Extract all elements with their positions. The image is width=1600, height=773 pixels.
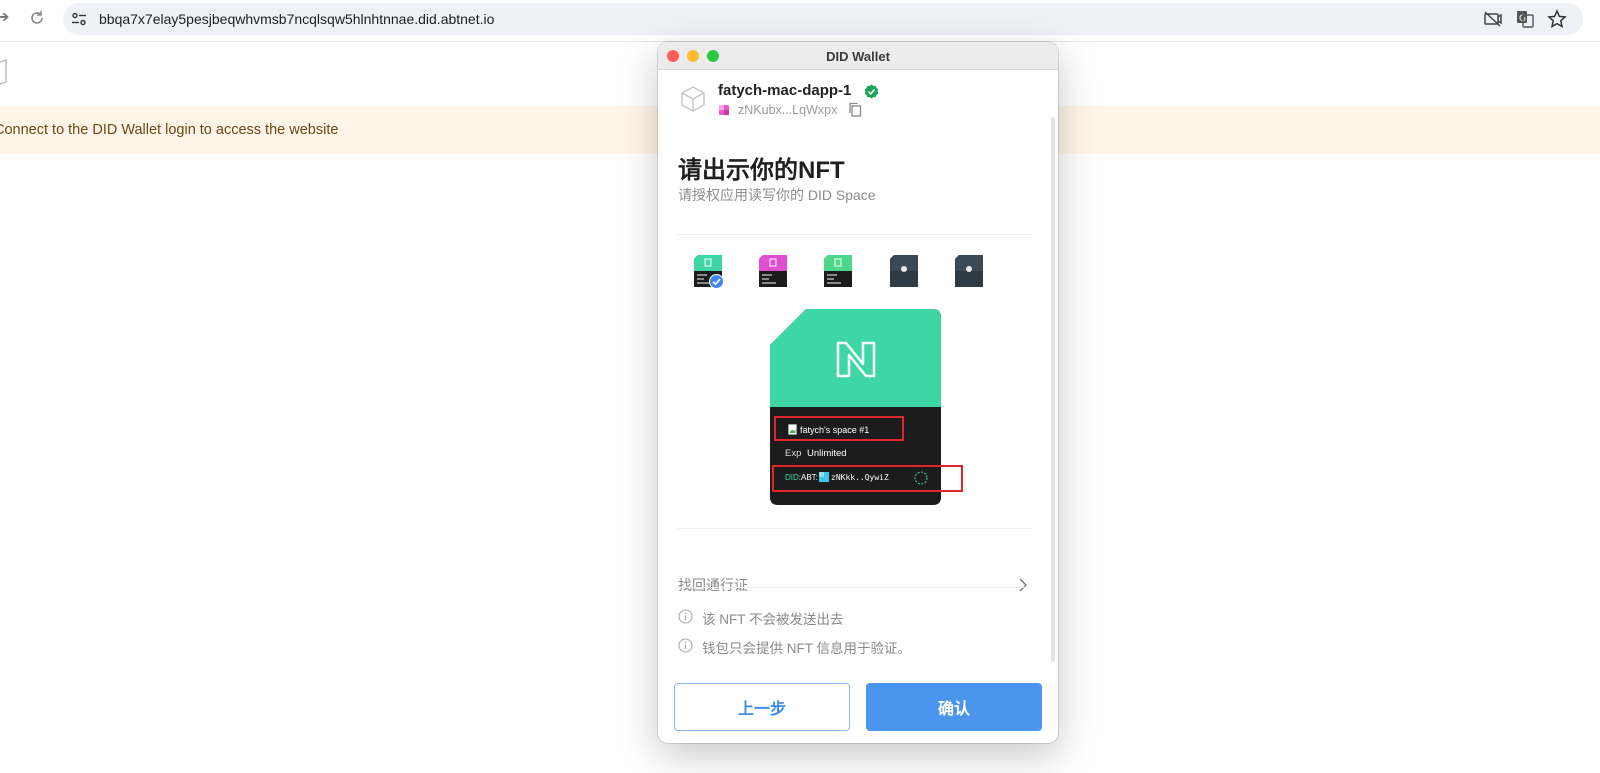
page-subtitle: 请授权应用读写你的 DID Space <box>678 187 876 203</box>
recover-passport-label: 找回通行证 <box>678 577 748 593</box>
reload-icon[interactable] <box>27 8 47 28</box>
note-text: 该 NFT 不会被发送出去 <box>702 612 844 627</box>
camera-off-icon[interactable] <box>1483 9 1503 29</box>
bookmark-star-icon[interactable] <box>1547 9 1567 29</box>
copy-icon[interactable] <box>848 102 862 117</box>
app-cube-icon <box>681 86 705 112</box>
url-text[interactable]: bbqa7x7elay5pesjbeqwhvmsb7ncqlsqw5hlnhtn… <box>99 11 494 27</box>
nft-thumbnail[interactable] <box>824 255 852 287</box>
highlight-box-name <box>774 416 904 441</box>
nft-exp-value: Unlimited <box>807 448 847 459</box>
divider <box>678 528 1032 529</box>
recover-passport-row[interactable]: 找回通行证 <box>678 571 1034 601</box>
note-text: 钱包只会提供 NFT 信息用于验证。 <box>702 641 911 656</box>
translate-icon[interactable]: G <box>1515 9 1535 29</box>
browser-toolbar: ➔ bbqa7x7elay5pesjbeqwhvmsb7ncqlsqw5hlnh… <box>0 0 1600 42</box>
window-title: DID Wallet <box>826 49 890 64</box>
page-logo-icon <box>0 59 7 85</box>
scrollbar[interactable] <box>1051 117 1055 662</box>
nft-thumbnail[interactable] <box>890 255 918 287</box>
site-info-icon[interactable] <box>71 11 87 27</box>
confirm-button[interactable]: 确认 <box>866 683 1042 731</box>
divider <box>678 234 1032 235</box>
chevron-right-icon <box>1019 578 1027 592</box>
info-icon <box>678 638 693 653</box>
page-title: 请出示你的NFT <box>678 157 845 184</box>
nft-thumbnail[interactable] <box>759 255 787 287</box>
app-name: fatych-mac-dapp-1 <box>718 82 852 99</box>
divider <box>678 587 1032 588</box>
banner-text: Connect to the DID Wallet login to acces… <box>0 122 339 138</box>
forward-icon[interactable]: ➔ <box>0 9 14 27</box>
verified-badge-icon <box>864 84 879 99</box>
address-bar[interactable]: bbqa7x7elay5pesjbeqwhvmsb7ncqlsqw5hlnhtn… <box>63 3 1583 35</box>
highlight-box-did <box>772 465 963 492</box>
selected-check-icon <box>709 274 724 289</box>
info-icon <box>678 609 693 624</box>
nft-exp-label: Exp <box>785 448 802 459</box>
window-titlebar: DID Wallet <box>658 42 1058 70</box>
back-button[interactable]: 上一步 <box>674 683 850 731</box>
did-avatar-icon <box>719 105 729 115</box>
app-did: zNKubx...LqWxpx <box>738 103 838 117</box>
did-wallet-window: DID Wallet fatych-mac-dapp-1 zNKubx...Lq… <box>658 42 1058 743</box>
nft-thumbnail[interactable] <box>955 255 983 287</box>
